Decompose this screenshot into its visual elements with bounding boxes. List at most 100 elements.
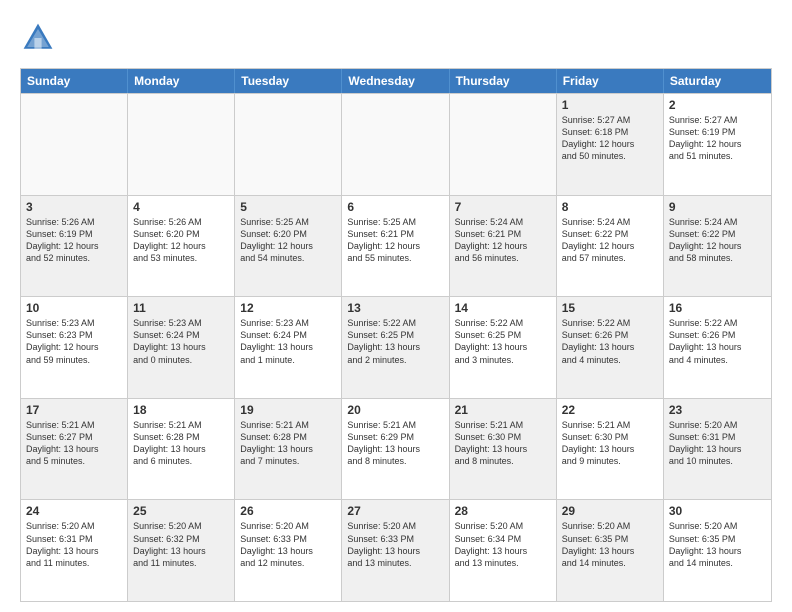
day-number: 12 xyxy=(240,301,336,315)
day-info: Sunrise: 5:20 AM Sunset: 6:31 PM Dayligh… xyxy=(26,520,122,569)
day-info: Sunrise: 5:21 AM Sunset: 6:30 PM Dayligh… xyxy=(562,419,658,468)
day-info: Sunrise: 5:21 AM Sunset: 6:30 PM Dayligh… xyxy=(455,419,551,468)
calendar-cell: 16 Sunrise: 5:22 AM Sunset: 6:26 PM Dayli… xyxy=(664,297,771,398)
calendar-body: 1 Sunrise: 5:27 AM Sunset: 6:18 PM Daylig… xyxy=(21,93,771,601)
calendar-cell xyxy=(128,94,235,195)
day-number: 19 xyxy=(240,403,336,417)
calendar-cell: 22 Sunrise: 5:21 AM Sunset: 6:30 PM Dayli… xyxy=(557,399,664,500)
header-day-wednesday: Wednesday xyxy=(342,69,449,93)
day-number: 29 xyxy=(562,504,658,518)
day-info: Sunrise: 5:22 AM Sunset: 6:25 PM Dayligh… xyxy=(455,317,551,366)
calendar-row-1: 1 Sunrise: 5:27 AM Sunset: 6:18 PM Daylig… xyxy=(21,93,771,195)
day-number: 25 xyxy=(133,504,229,518)
day-info: Sunrise: 5:26 AM Sunset: 6:19 PM Dayligh… xyxy=(26,216,122,265)
calendar-cell: 27 Sunrise: 5:20 AM Sunset: 6:33 PM Dayli… xyxy=(342,500,449,601)
day-number: 21 xyxy=(455,403,551,417)
calendar-cell: 19 Sunrise: 5:21 AM Sunset: 6:28 PM Dayli… xyxy=(235,399,342,500)
page: SundayMondayTuesdayWednesdayThursdayFrid… xyxy=(0,0,792,612)
day-info: Sunrise: 5:26 AM Sunset: 6:20 PM Dayligh… xyxy=(133,216,229,265)
calendar-cell xyxy=(342,94,449,195)
day-number: 30 xyxy=(669,504,766,518)
calendar-cell: 18 Sunrise: 5:21 AM Sunset: 6:28 PM Dayli… xyxy=(128,399,235,500)
header-day-tuesday: Tuesday xyxy=(235,69,342,93)
day-number: 3 xyxy=(26,200,122,214)
day-number: 1 xyxy=(562,98,658,112)
day-number: 7 xyxy=(455,200,551,214)
calendar-header: SundayMondayTuesdayWednesdayThursdayFrid… xyxy=(21,69,771,93)
day-info: Sunrise: 5:20 AM Sunset: 6:35 PM Dayligh… xyxy=(669,520,766,569)
logo-icon xyxy=(20,20,56,56)
day-number: 13 xyxy=(347,301,443,315)
day-number: 27 xyxy=(347,504,443,518)
day-number: 20 xyxy=(347,403,443,417)
day-number: 4 xyxy=(133,200,229,214)
calendar-cell: 7 Sunrise: 5:24 AM Sunset: 6:21 PM Daylig… xyxy=(450,196,557,297)
calendar-cell: 12Sunrise: 5:23 AM Sunset: 6:24 PM Dayli… xyxy=(235,297,342,398)
day-info: Sunrise: 5:24 AM Sunset: 6:22 PM Dayligh… xyxy=(669,216,766,265)
calendar-cell: 20 Sunrise: 5:21 AM Sunset: 6:29 PM Dayli… xyxy=(342,399,449,500)
calendar-cell: 26 Sunrise: 5:20 AM Sunset: 6:33 PM Dayli… xyxy=(235,500,342,601)
calendar-cell: 17 Sunrise: 5:21 AM Sunset: 6:27 PM Dayli… xyxy=(21,399,128,500)
day-info: Sunrise: 5:25 AM Sunset: 6:21 PM Dayligh… xyxy=(347,216,443,265)
day-info: Sunrise: 5:27 AM Sunset: 6:18 PM Dayligh… xyxy=(562,114,658,163)
day-info: Sunrise: 5:22 AM Sunset: 6:25 PM Dayligh… xyxy=(347,317,443,366)
calendar-cell: 6 Sunrise: 5:25 AM Sunset: 6:21 PM Daylig… xyxy=(342,196,449,297)
calendar-cell: 28 Sunrise: 5:20 AM Sunset: 6:34 PM Dayli… xyxy=(450,500,557,601)
day-number: 11 xyxy=(133,301,229,315)
day-info: Sunrise: 5:20 AM Sunset: 6:33 PM Dayligh… xyxy=(347,520,443,569)
day-number: 16 xyxy=(669,301,766,315)
calendar-cell xyxy=(235,94,342,195)
day-info: Sunrise: 5:22 AM Sunset: 6:26 PM Dayligh… xyxy=(669,317,766,366)
calendar-cell: 3 Sunrise: 5:26 AM Sunset: 6:19 PM Daylig… xyxy=(21,196,128,297)
day-number: 2 xyxy=(669,98,766,112)
day-info: Sunrise: 5:20 AM Sunset: 6:34 PM Dayligh… xyxy=(455,520,551,569)
day-number: 14 xyxy=(455,301,551,315)
day-number: 26 xyxy=(240,504,336,518)
day-number: 6 xyxy=(347,200,443,214)
calendar-cell: 21 Sunrise: 5:21 AM Sunset: 6:30 PM Dayli… xyxy=(450,399,557,500)
day-info: Sunrise: 5:21 AM Sunset: 6:28 PM Dayligh… xyxy=(240,419,336,468)
calendar-cell: 14 Sunrise: 5:22 AM Sunset: 6:25 PM Dayli… xyxy=(450,297,557,398)
calendar-row-3: 10 Sunrise: 5:23 AM Sunset: 6:23 PM Dayli… xyxy=(21,296,771,398)
day-info: Sunrise: 5:21 AM Sunset: 6:29 PM Dayligh… xyxy=(347,419,443,468)
calendar-cell: 4 Sunrise: 5:26 AM Sunset: 6:20 PM Daylig… xyxy=(128,196,235,297)
day-number: 15 xyxy=(562,301,658,315)
calendar-cell: 11 Sunrise: 5:23 AM Sunset: 6:24 PM Dayli… xyxy=(128,297,235,398)
logo xyxy=(20,20,60,56)
day-info: Sunrise: 5:22 AM Sunset: 6:26 PM Dayligh… xyxy=(562,317,658,366)
day-number: 17 xyxy=(26,403,122,417)
calendar-row-4: 17 Sunrise: 5:21 AM Sunset: 6:27 PM Dayli… xyxy=(21,398,771,500)
header-area xyxy=(20,20,772,56)
calendar-cell: 10 Sunrise: 5:23 AM Sunset: 6:23 PM Dayli… xyxy=(21,297,128,398)
day-number: 18 xyxy=(133,403,229,417)
day-number: 28 xyxy=(455,504,551,518)
header-day-saturday: Saturday xyxy=(664,69,771,93)
day-number: 9 xyxy=(669,200,766,214)
day-number: 23 xyxy=(669,403,766,417)
calendar-cell xyxy=(21,94,128,195)
calendar-cell: 8 Sunrise: 5:24 AM Sunset: 6:22 PM Daylig… xyxy=(557,196,664,297)
calendar-cell: 15 Sunrise: 5:22 AM Sunset: 6:26 PM Dayli… xyxy=(557,297,664,398)
day-info: Sunrise: 5:24 AM Sunset: 6:21 PM Dayligh… xyxy=(455,216,551,265)
day-info: Sunrise: 5:20 AM Sunset: 6:31 PM Dayligh… xyxy=(669,419,766,468)
day-info: Sunrise: 5:20 AM Sunset: 6:35 PM Dayligh… xyxy=(562,520,658,569)
calendar: SundayMondayTuesdayWednesdayThursdayFrid… xyxy=(20,68,772,602)
calendar-cell: 25 Sunrise: 5:20 AM Sunset: 6:32 PM Dayli… xyxy=(128,500,235,601)
day-number: 8 xyxy=(562,200,658,214)
day-info: Sunrise: 5:20 AM Sunset: 6:33 PM Dayligh… xyxy=(240,520,336,569)
day-number: 10 xyxy=(26,301,122,315)
calendar-cell: 9 Sunrise: 5:24 AM Sunset: 6:22 PM Daylig… xyxy=(664,196,771,297)
header-day-friday: Friday xyxy=(557,69,664,93)
calendar-cell: 13 Sunrise: 5:22 AM Sunset: 6:25 PM Dayli… xyxy=(342,297,449,398)
day-info: Sunrise: 5:23 AM Sunset: 6:24 PM Dayligh… xyxy=(133,317,229,366)
day-number: 5 xyxy=(240,200,336,214)
day-number: 22 xyxy=(562,403,658,417)
day-info: Sunrise: 5:20 AM Sunset: 6:32 PM Dayligh… xyxy=(133,520,229,569)
day-info: Sunrise: 5:21 AM Sunset: 6:28 PM Dayligh… xyxy=(133,419,229,468)
day-info: Sunrise: 5:24 AM Sunset: 6:22 PM Dayligh… xyxy=(562,216,658,265)
day-info: Sunrise: 5:21 AM Sunset: 6:27 PM Dayligh… xyxy=(26,419,122,468)
day-info: Sunrise: 5:23 AM Sunset: 6:23 PM Dayligh… xyxy=(26,317,122,366)
header-day-sunday: Sunday xyxy=(21,69,128,93)
calendar-cell: 29 Sunrise: 5:20 AM Sunset: 6:35 PM Dayli… xyxy=(557,500,664,601)
calendar-cell: 5Sunrise: 5:25 AM Sunset: 6:20 PM Daylig… xyxy=(235,196,342,297)
